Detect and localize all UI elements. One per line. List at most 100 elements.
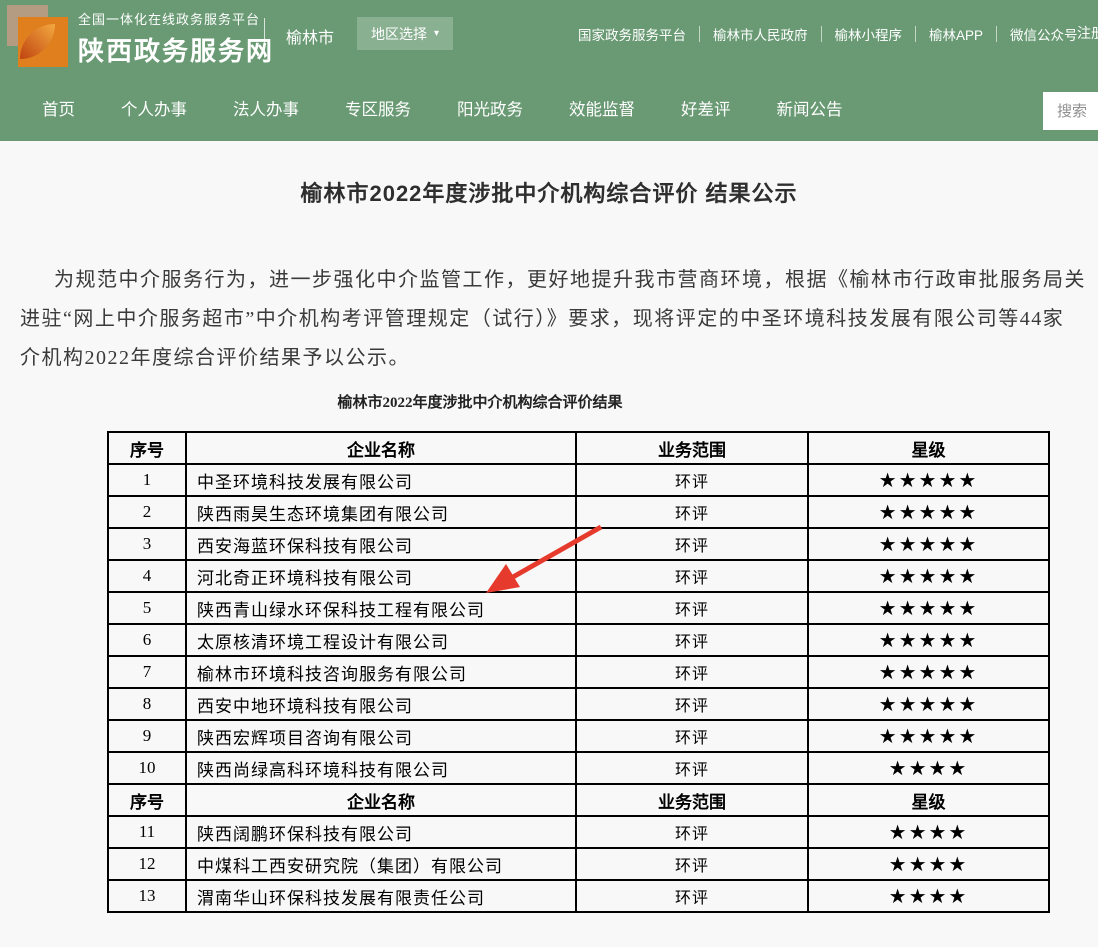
cell-business-scope: 环评 (576, 464, 808, 496)
cell-star-rating: ★★★★★ (808, 496, 1049, 528)
cell-business-scope: 环评 (576, 848, 808, 880)
cell-company-name: 渭南华山环保科技发展有限责任公司 (186, 880, 576, 912)
region-select-label: 地区选择 (371, 24, 427, 44)
cell-serial-number: 7 (108, 656, 186, 688)
nav-item[interactable]: 好差评 (681, 96, 731, 120)
top-link[interactable]: 榆林小程序 (835, 24, 903, 44)
cell-company-name: 榆林市环境科技咨询服务有限公司 (186, 656, 576, 688)
nav-item[interactable]: 新闻公告 (777, 96, 843, 120)
cell-serial-number: 13 (108, 880, 186, 912)
cell-company-name: 太原核清环境工程设计有限公司 (186, 624, 576, 656)
paragraph-line: 介机构2022年度综合评价结果予以公示。 (20, 339, 1098, 378)
region-select-button[interactable]: 地区选择 ▾ (357, 17, 453, 50)
table-header-row: 序号企业名称业务范围星级 (108, 432, 1049, 464)
nav-item[interactable]: 专区服务 (345, 96, 411, 120)
cell-business-scope: 环评 (576, 624, 808, 656)
paragraph-line: 为规范中介服务行为，进一步强化中介监管工作，更好地提升我市营商环境，根据《榆林市… (20, 261, 1098, 300)
cell-business-scope: 环评 (576, 528, 808, 560)
cell-business-scope: 环评 (576, 496, 808, 528)
results-table: 序号企业名称业务范围星级1中圣环境科技发展有限公司环评★★★★★2陕西雨昊生态环… (107, 431, 1050, 913)
site-logo[interactable] (7, 5, 71, 71)
cell-serial-number: 11 (108, 816, 186, 848)
cell-company-name: 河北奇正环境科技有限公司 (186, 560, 576, 592)
cell-serial-number: 8 (108, 688, 186, 720)
top-link[interactable]: 榆林APP (929, 24, 983, 44)
nav-item[interactable]: 首页 (42, 96, 75, 120)
current-city-label: 榆林市 (286, 24, 334, 48)
announcement-paragraph: 为规范中介服务行为，进一步强化中介监管工作，更好地提升我市营商环境，根据《榆林市… (20, 261, 1098, 378)
cell-company-name: 陕西阔鹏环保科技有限公司 (186, 816, 576, 848)
logo-orange-square (18, 17, 68, 67)
top-link-divider (915, 26, 916, 42)
cell-star-rating: ★★★★★ (808, 464, 1049, 496)
top-link[interactable]: 国家政务服务平台 (578, 24, 686, 44)
table-row: 4河北奇正环境科技有限公司环评★★★★★ (108, 560, 1049, 592)
cell-serial-number: 6 (108, 624, 186, 656)
logo-text-block: 全国一体化在线政务服务平台 陕西政务服务网 (78, 9, 274, 68)
table-row: 10陕西尚绿高科环境科技有限公司环评★★★★ (108, 752, 1049, 784)
cell-serial-number: 5 (108, 592, 186, 624)
table-row: 6太原核清环境工程设计有限公司环评★★★★★ (108, 624, 1049, 656)
column-header: 企业名称 (186, 784, 576, 816)
cell-company-name: 陕西雨昊生态环境集团有限公司 (186, 496, 576, 528)
column-header: 序号 (108, 432, 186, 464)
site-name: 陕西政务服务网 (78, 31, 274, 68)
column-header: 业务范围 (576, 784, 808, 816)
search-input[interactable] (1043, 92, 1098, 130)
top-link[interactable]: 榆林市人民政府 (713, 24, 808, 44)
cell-star-rating: ★★★★ (808, 752, 1049, 784)
nav-item[interactable]: 法人办事 (233, 96, 299, 120)
cell-star-rating: ★★★★★ (808, 688, 1049, 720)
site-header: 全国一体化在线政务服务平台 陕西政务服务网 榆林市 地区选择 ▾ 国家政务服务平… (0, 0, 1098, 141)
cell-company-name: 中圣环境科技发展有限公司 (186, 464, 576, 496)
cell-serial-number: 4 (108, 560, 186, 592)
column-header: 企业名称 (186, 432, 576, 464)
table-row: 13渭南华山环保科技发展有限责任公司环评★★★★ (108, 880, 1049, 912)
topbar: 全国一体化在线政务服务平台 陕西政务服务网 榆林市 地区选择 ▾ 国家政务服务平… (0, 0, 1098, 75)
table-row: 3西安海蓝环保科技有限公司环评★★★★★ (108, 528, 1049, 560)
cell-company-name: 陕西宏辉项目咨询有限公司 (186, 720, 576, 752)
cell-star-rating: ★★★★ (808, 880, 1049, 912)
cell-business-scope: 环评 (576, 752, 808, 784)
cell-serial-number: 3 (108, 528, 186, 560)
table-row: 8西安中地环境科技有限公司环评★★★★★ (108, 688, 1049, 720)
cell-star-rating: ★★★★★ (808, 624, 1049, 656)
top-link-divider (699, 26, 700, 42)
platform-label: 全国一体化在线政务服务平台 (78, 9, 274, 28)
header-divider (264, 18, 265, 58)
cell-star-rating: ★★★★★ (808, 592, 1049, 624)
cell-serial-number: 10 (108, 752, 186, 784)
nav-item[interactable]: 效能监督 (569, 96, 635, 120)
cell-company-name: 陕西青山绿水环保科技工程有限公司 (186, 592, 576, 624)
column-header: 星级 (808, 784, 1049, 816)
cell-company-name: 陕西尚绿高科环境科技有限公司 (186, 752, 576, 784)
nav-item[interactable]: 个人办事 (121, 96, 187, 120)
table-row: 11陕西阔鹏环保科技有限公司环评★★★★ (108, 816, 1049, 848)
results-table-body: 序号企业名称业务范围星级1中圣环境科技发展有限公司环评★★★★★2陕西雨昊生态环… (108, 432, 1049, 912)
cell-star-rating: ★★★★ (808, 816, 1049, 848)
cell-serial-number: 1 (108, 464, 186, 496)
cell-star-rating: ★★★★★ (808, 528, 1049, 560)
cell-company-name: 中煤科工西安研究院（集团）有限公司 (186, 848, 576, 880)
cell-business-scope: 环评 (576, 688, 808, 720)
logo-leaf-icon (20, 24, 55, 59)
table-row: 5陕西青山绿水环保科技工程有限公司环评★★★★★ (108, 592, 1049, 624)
cell-star-rating: ★★★★★ (808, 656, 1049, 688)
column-header: 序号 (108, 784, 186, 816)
table-caption: 榆林市2022年度涉批中介机构综合评价结果 (0, 391, 960, 412)
top-link-divider (821, 26, 822, 42)
nav-row: 首页 个人办事 法人办事 专区服务 阳光政务 效能监督 好差评 新闻公告 (0, 75, 1098, 141)
top-link-divider (996, 26, 997, 42)
cell-business-scope: 环评 (576, 880, 808, 912)
nav-item[interactable]: 阳光政务 (457, 96, 523, 120)
main-nav: 首页 个人办事 法人办事 专区服务 阳光政务 效能监督 好差评 新闻公告 (0, 75, 1098, 141)
cell-business-scope: 环评 (576, 656, 808, 688)
table-header-row: 序号企业名称业务范围星级 (108, 784, 1049, 816)
register-link[interactable]: 注册 (1077, 23, 1098, 43)
table-row: 7榆林市环境科技咨询服务有限公司环评★★★★★ (108, 656, 1049, 688)
chevron-down-icon: ▾ (434, 28, 439, 39)
column-header: 星级 (808, 432, 1049, 464)
cell-star-rating: ★★★★ (808, 848, 1049, 880)
page-title: 榆林市2022年度涉批中介机构综合评价 结果公示 (0, 176, 1098, 208)
top-link[interactable]: 微信公众号 (1010, 24, 1078, 44)
